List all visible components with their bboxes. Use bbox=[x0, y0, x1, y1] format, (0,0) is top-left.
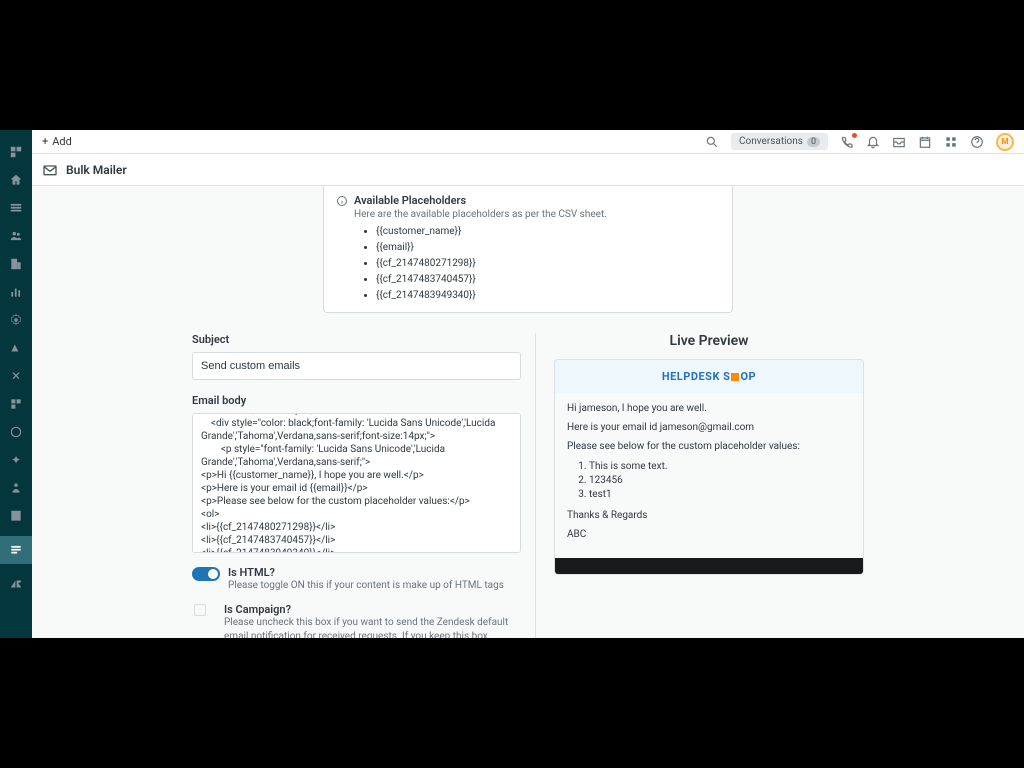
is-html-label: Is HTML? bbox=[228, 566, 504, 579]
add-button[interactable]: + Add bbox=[42, 135, 72, 148]
search-icon[interactable] bbox=[705, 135, 719, 149]
content-scroll[interactable]: Available Placeholders Here are the avai… bbox=[32, 186, 1024, 638]
user-avatar[interactable]: M bbox=[996, 133, 1014, 151]
info-icon bbox=[336, 195, 348, 207]
preview-line: Here is your email id jameson@gmail.com bbox=[567, 422, 851, 433]
conversations-label: Conversations bbox=[739, 136, 803, 147]
is-html-desc: Please toggle ON this if your content is… bbox=[228, 579, 504, 593]
reports-icon[interactable] bbox=[8, 284, 24, 300]
add-label: Add bbox=[52, 135, 72, 148]
placeholders-subtitle: Here are the available placeholders as p… bbox=[354, 209, 720, 220]
phone-icon[interactable] bbox=[840, 135, 854, 149]
top-bar-right: Conversations 0 M bbox=[705, 133, 1014, 151]
is-campaign-option: Is Campaign? Please uncheck this box if … bbox=[192, 603, 521, 638]
nav-icon-1[interactable] bbox=[8, 340, 24, 356]
nav-icon-4[interactable] bbox=[8, 424, 24, 440]
preview-signature: ABC bbox=[567, 529, 851, 540]
live-preview-title: Live Preview bbox=[554, 333, 864, 349]
preview-line: Please see below for the custom placehol… bbox=[567, 441, 851, 452]
available-placeholders-box: Available Placeholders Here are the avai… bbox=[323, 186, 733, 313]
help-icon[interactable] bbox=[970, 135, 984, 149]
bulk-mailer-nav-icon[interactable] bbox=[0, 536, 32, 564]
nav-icon-3[interactable] bbox=[8, 396, 24, 412]
sidebar-logo-icon[interactable] bbox=[8, 144, 24, 160]
conversations-button[interactable]: Conversations 0 bbox=[731, 133, 828, 150]
plus-icon: + bbox=[42, 135, 48, 148]
preview-column: Live Preview HELPDESK SOP Hi jameson, I … bbox=[554, 333, 864, 638]
body-textarea[interactable] bbox=[192, 413, 521, 553]
nav-icon-5[interactable]: ✦ bbox=[8, 452, 24, 468]
org-icon[interactable] bbox=[8, 256, 24, 272]
is-html-toggle[interactable] bbox=[192, 567, 220, 581]
preview-line: Hi jameson, I hope you are well. bbox=[567, 403, 851, 414]
page-header: Bulk Mailer bbox=[32, 154, 1024, 186]
preview-card: HELPDESK SOP Hi jameson, I hope you are … bbox=[554, 359, 864, 575]
preview-body: Hi jameson, I hope you are well. Here is… bbox=[555, 393, 863, 558]
nav-icon-7[interactable] bbox=[8, 508, 24, 524]
placeholders-title: Available Placeholders bbox=[354, 194, 466, 207]
home-icon[interactable] bbox=[8, 172, 24, 188]
is-campaign-checkbox[interactable] bbox=[194, 604, 206, 616]
zendesk-icon[interactable] bbox=[8, 576, 24, 592]
is-campaign-label: Is Campaign? bbox=[224, 603, 521, 616]
customers-icon[interactable] bbox=[8, 228, 24, 244]
preview-brand-header: HELPDESK SOP bbox=[555, 360, 863, 393]
inbox-icon[interactable] bbox=[892, 135, 906, 149]
nav-icon-6[interactable] bbox=[8, 480, 24, 496]
brand-dot-icon bbox=[731, 373, 739, 381]
mail-icon bbox=[42, 162, 58, 178]
placeholders-list: {{customer_name}} {{email}} {{cf_2147480… bbox=[376, 224, 720, 304]
main-area: + Add Conversations 0 M Bulk Mailer bbox=[32, 130, 1024, 638]
is-html-option: Is HTML? Please toggle ON this if your c… bbox=[192, 566, 521, 593]
preview-signoff: Thanks & Regards bbox=[567, 510, 851, 521]
bell-icon[interactable] bbox=[866, 135, 880, 149]
preview-list: This is some text. 123456 test1 bbox=[589, 460, 851, 502]
placeholder-item: {{cf_2147483949340}} bbox=[376, 288, 720, 304]
preview-list-item: test1 bbox=[589, 488, 851, 502]
left-sidebar: ✕ ✦ bbox=[0, 130, 32, 638]
views-icon[interactable] bbox=[8, 200, 24, 216]
placeholder-item: {{cf_2147483740457}} bbox=[376, 272, 720, 288]
placeholder-item: {{cf_2147480271298}} bbox=[376, 256, 720, 272]
app-frame: ✕ ✦ + Add Conversations 0 bbox=[0, 130, 1024, 638]
body-label: Email body bbox=[192, 394, 521, 407]
preview-footer bbox=[555, 558, 863, 574]
subject-label: Subject bbox=[192, 333, 521, 346]
calendar-icon[interactable] bbox=[918, 135, 932, 149]
nav-icon-2[interactable]: ✕ bbox=[8, 368, 24, 384]
placeholder-item: {{customer_name}} bbox=[376, 224, 720, 240]
preview-list-item: This is some text. bbox=[589, 460, 851, 474]
placeholder-item: {{email}} bbox=[376, 240, 720, 256]
top-bar: + Add Conversations 0 M bbox=[32, 130, 1024, 154]
is-campaign-desc: Please uncheck this box if you want to s… bbox=[224, 616, 521, 638]
subject-input[interactable] bbox=[192, 352, 521, 380]
page-title: Bulk Mailer bbox=[66, 163, 127, 177]
form-column: Subject Email body Is HTML? Please toggl… bbox=[192, 333, 536, 638]
apps-icon[interactable] bbox=[944, 135, 958, 149]
preview-list-item: 123456 bbox=[589, 474, 851, 488]
conversations-badge: 0 bbox=[807, 137, 820, 147]
notification-dot-icon bbox=[852, 133, 857, 138]
settings-icon[interactable] bbox=[8, 312, 24, 328]
